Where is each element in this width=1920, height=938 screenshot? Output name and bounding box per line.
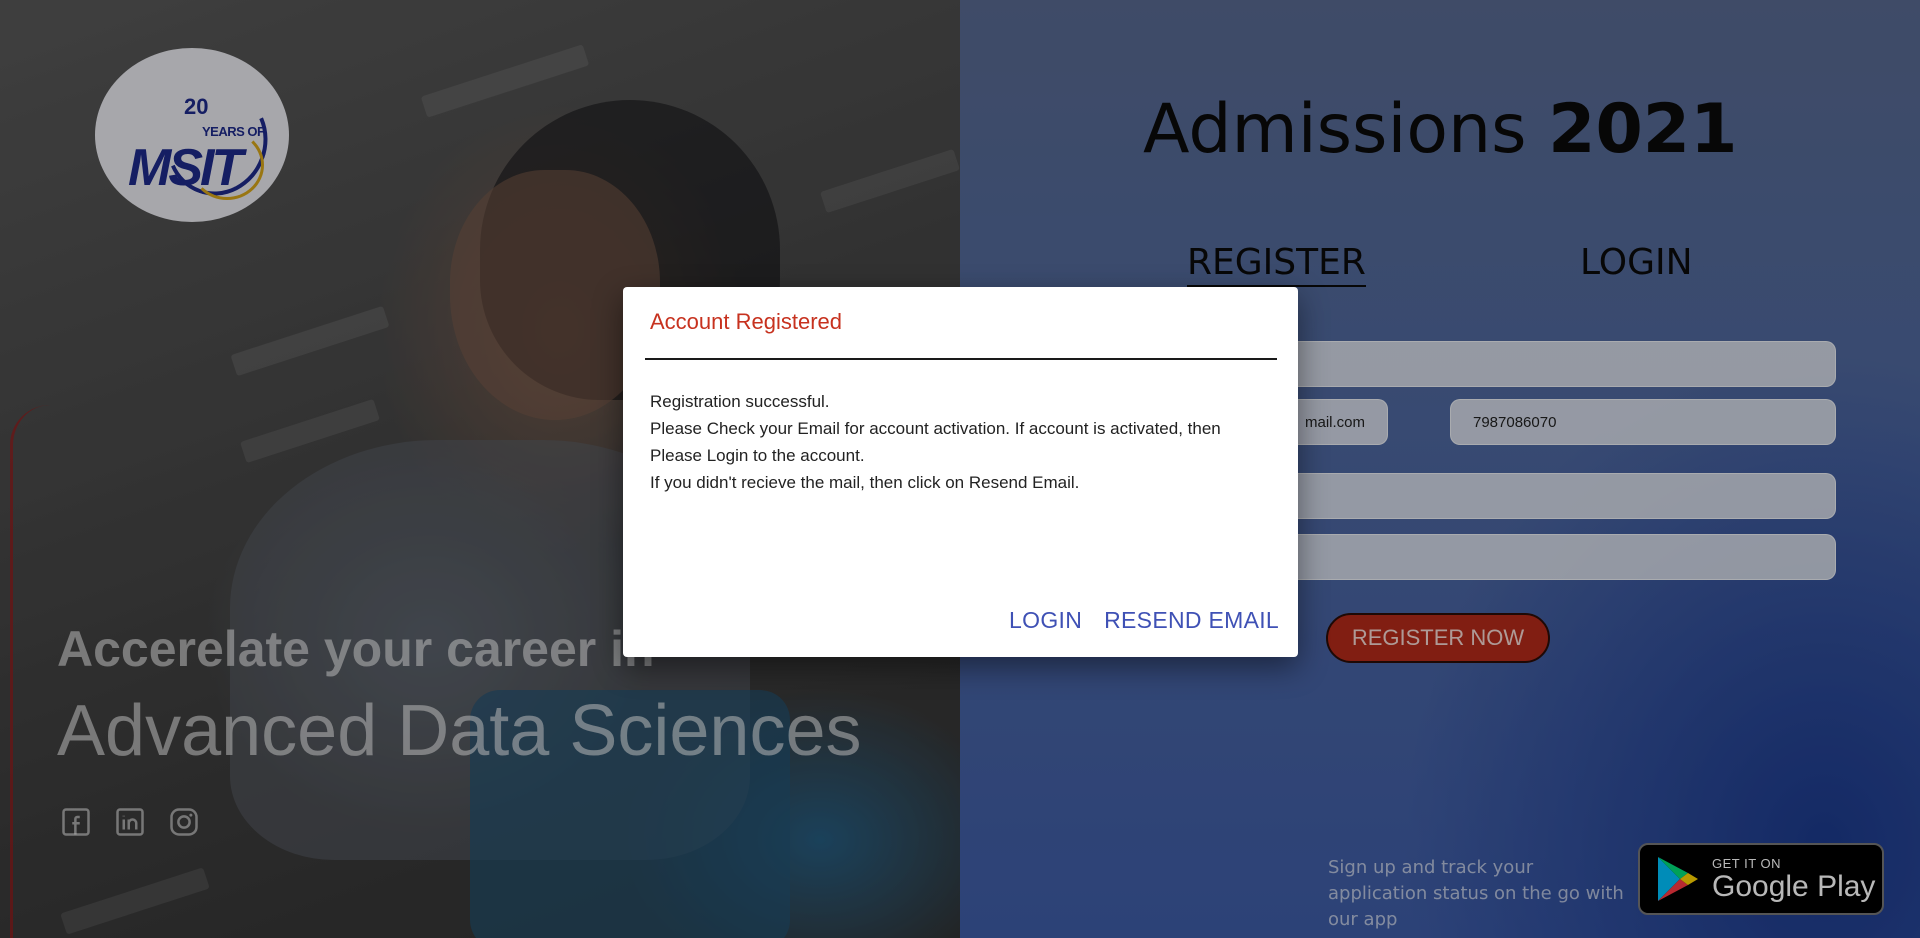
dialog-actions: LOGIN RESEND EMAIL — [1009, 607, 1279, 634]
dialog-divider — [645, 358, 1277, 360]
dialog-line-resend: If you didn't recieve the mail, then cli… — [650, 473, 1080, 492]
dialog-login-button[interactable]: LOGIN — [1009, 607, 1082, 634]
resend-email-button[interactable]: RESEND EMAIL — [1104, 607, 1279, 634]
account-registered-dialog: Account Registered Registration successf… — [623, 287, 1298, 657]
page: 20 YEARS OF MSIT Accerelate your career … — [0, 0, 1920, 938]
dialog-line-activation: Please Check your Email for account acti… — [650, 419, 1221, 465]
dialog-line-success: Registration successful. — [650, 392, 830, 411]
dialog-title: Account Registered — [650, 309, 842, 334]
dialog-message: Registration successful. Please Check yo… — [650, 388, 1275, 496]
